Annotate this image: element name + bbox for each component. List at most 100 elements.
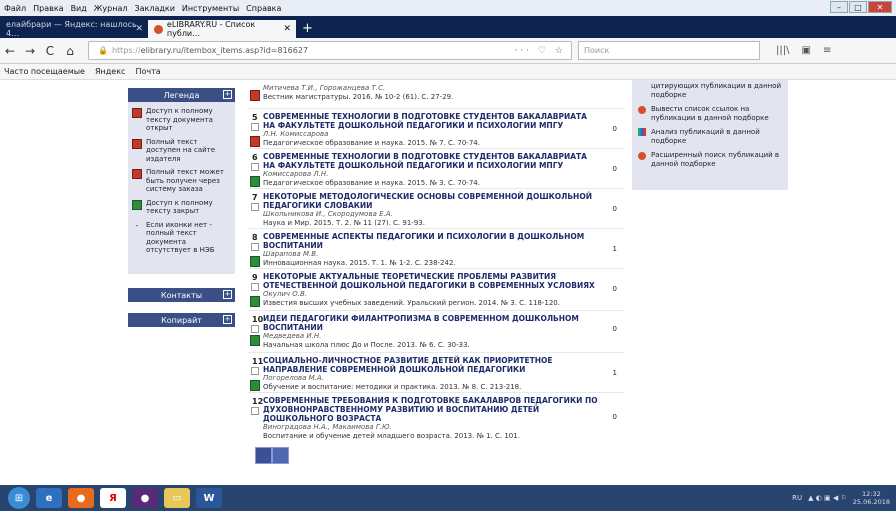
page-button[interactable] <box>272 447 289 464</box>
pdf-icon[interactable] <box>250 380 260 391</box>
expand-icon[interactable]: + <box>223 315 232 324</box>
item-checkbox[interactable] <box>251 407 259 415</box>
citation-count[interactable]: 0 <box>613 413 617 421</box>
pdf-icon[interactable] <box>250 176 260 187</box>
citation-count[interactable]: 0 <box>613 285 617 293</box>
menu-help[interactable]: Справка <box>246 4 281 13</box>
elibrary-favicon-icon <box>154 24 163 34</box>
legend-item: Полный текст доступен на сайте издателя <box>132 138 231 164</box>
tray-icons[interactable]: ▲ ◐ ▣ ◀ ⚐ <box>808 494 847 502</box>
sidebar-toggle-icon[interactable]: ▣ <box>801 45 810 56</box>
item-title[interactable]: Идеи педагогики филантропизма в современ… <box>263 314 599 332</box>
item-checkbox[interactable] <box>251 367 259 375</box>
back-button[interactable]: ← <box>0 44 20 58</box>
contacts-header[interactable]: Контакты + <box>128 288 235 302</box>
url-field[interactable]: 🔒 https:// elibrary.ru/itembox_items.asp… <box>88 41 572 60</box>
item-title[interactable]: Современные требования к подготовке бака… <box>263 396 599 423</box>
pdf-icon[interactable] <box>250 335 260 346</box>
window-controls: – □ ✕ <box>829 1 892 13</box>
action-references[interactable]: Вывести список ссылок на публикации в да… <box>638 105 782 122</box>
citation-count[interactable]: 0 <box>613 205 617 213</box>
menu-icon[interactable]: ≡ <box>823 45 831 56</box>
menu-view[interactable]: Вид <box>71 4 87 13</box>
legend-header[interactable]: Легенда + <box>128 88 235 102</box>
item-title[interactable]: Социально-личностное развитие детей как … <box>263 356 599 374</box>
bookmark-frequent[interactable]: Часто посещаемые <box>4 67 85 76</box>
page-content: Легенда + Доступ к полному тексту докуме… <box>0 80 896 485</box>
page-button[interactable] <box>255 447 272 464</box>
bookmarks-bar: Часто посещаемые Яндекс Почта <box>0 64 896 80</box>
url-protocol: https:// <box>111 46 141 55</box>
item-checkbox[interactable] <box>251 163 259 171</box>
item-title[interactable]: Некоторые актуальные теоретические пробл… <box>263 272 599 290</box>
pdf-open-icon <box>132 108 142 118</box>
item-title[interactable]: Современные технологии в подготовке студ… <box>263 112 599 130</box>
item-source: Обучение и воспитание: методики и практи… <box>263 383 522 391</box>
pdf-icon[interactable] <box>250 296 260 307</box>
language-indicator[interactable]: RU <box>792 494 802 502</box>
yandex-icon[interactable]: Я <box>100 488 126 508</box>
citation-count[interactable]: 0 <box>613 165 617 173</box>
citation-count[interactable]: 0 <box>613 325 617 333</box>
home-button[interactable]: ⌂ <box>60 44 80 58</box>
pdf-icon[interactable] <box>250 90 260 101</box>
item-source: Начальная школа плюс До и После. 2013. №… <box>263 341 470 349</box>
action-advanced-search[interactable]: Расширенный поиск публикаций в данной по… <box>638 151 782 168</box>
expand-icon[interactable]: + <box>223 290 232 299</box>
close-icon[interactable]: ✕ <box>283 24 291 34</box>
close-window-button[interactable]: ✕ <box>868 1 892 13</box>
firefox-icon[interactable]: ● <box>68 488 94 508</box>
citation-count[interactable]: 1 <box>613 245 617 253</box>
item-checkbox[interactable] <box>251 325 259 333</box>
item-checkbox[interactable] <box>251 123 259 131</box>
action-citing[interactable]: цитирующих публикации в данной подборке <box>638 82 782 99</box>
maximize-button[interactable]: □ <box>849 1 867 13</box>
tab-yandex[interactable]: елайбрари — Яндекс: нашлось 4… ✕ <box>0 20 148 38</box>
sidebar: Легенда + Доступ к полному тексту докуме… <box>128 80 235 448</box>
new-tab-button[interactable]: + <box>302 21 313 36</box>
minimize-button[interactable]: – <box>830 1 848 13</box>
item-title[interactable]: Современные аспекты педагогики и психоло… <box>263 232 599 250</box>
copyright-header[interactable]: Копирайт + <box>128 313 235 327</box>
url-actions-icon[interactable]: ··· ♡ ☆ <box>515 46 566 56</box>
menu-history[interactable]: Журнал <box>94 4 128 13</box>
tab-elibrary[interactable]: eLIBRARY.RU - Список публи… ✕ <box>148 20 296 38</box>
list-item: 12 Современные требования к подготовке б… <box>247 393 625 443</box>
legend-item: - Если иконки нет - полный текст докумен… <box>132 221 231 255</box>
menu-bookmarks[interactable]: Закладки <box>134 4 174 13</box>
list-item: Митичева Т.И., Горожанцева Т.С. Вестник … <box>247 84 625 109</box>
system-tray: RU ▲ ◐ ▣ ◀ ⚐ 12:32 25.06.2018 <box>792 490 896 506</box>
bookmark-yandex[interactable]: Яндекс <box>95 67 125 76</box>
action-analysis[interactable]: Анализ публикаций в данной подборке <box>638 128 782 145</box>
expand-icon[interactable]: + <box>223 90 232 99</box>
pdf-icon[interactable] <box>250 136 260 147</box>
menu-file[interactable]: Файл <box>4 4 26 13</box>
citation-count[interactable]: 1 <box>613 369 617 377</box>
item-source: Воспитание и обучение детей младшего воз… <box>263 432 520 440</box>
menu-edit[interactable]: Правка <box>33 4 63 13</box>
reload-button[interactable]: C <box>40 44 60 58</box>
forward-button[interactable]: → <box>20 44 40 58</box>
item-checkbox[interactable] <box>251 283 259 291</box>
dash-icon: - <box>135 220 139 230</box>
ie-icon[interactable]: e <box>36 488 62 508</box>
search-input[interactable]: Поиск <box>578 41 760 60</box>
citation-count[interactable]: 0 <box>613 125 617 133</box>
bookmark-mail[interactable]: Почта <box>135 67 160 76</box>
item-checkbox[interactable] <box>251 203 259 211</box>
menu-tools[interactable]: Инструменты <box>182 4 239 13</box>
nav-bar: ← → C ⌂ 🔒 https:// elibrary.ru/itembox_i… <box>0 38 896 64</box>
folder-icon[interactable]: ▭ <box>164 488 190 508</box>
media-icon[interactable]: ● <box>132 488 158 508</box>
item-title[interactable]: Современные технологии в подготовке студ… <box>263 152 599 170</box>
item-title[interactable]: Некоторые методологические основы соврем… <box>263 192 599 210</box>
library-icon[interactable]: |||\ <box>776 45 789 56</box>
close-icon[interactable]: ✕ <box>135 24 143 34</box>
legend-item: Доступ к полному тексту закрыт <box>132 199 231 216</box>
clock[interactable]: 12:32 25.06.2018 <box>853 490 890 506</box>
item-checkbox[interactable] <box>251 243 259 251</box>
word-icon[interactable]: W <box>196 488 222 508</box>
start-button[interactable]: ⊞ <box>8 487 30 509</box>
list-item: 10 Идеи педагогики филантропизма в совре… <box>247 311 625 353</box>
pdf-icon[interactable] <box>250 256 260 267</box>
